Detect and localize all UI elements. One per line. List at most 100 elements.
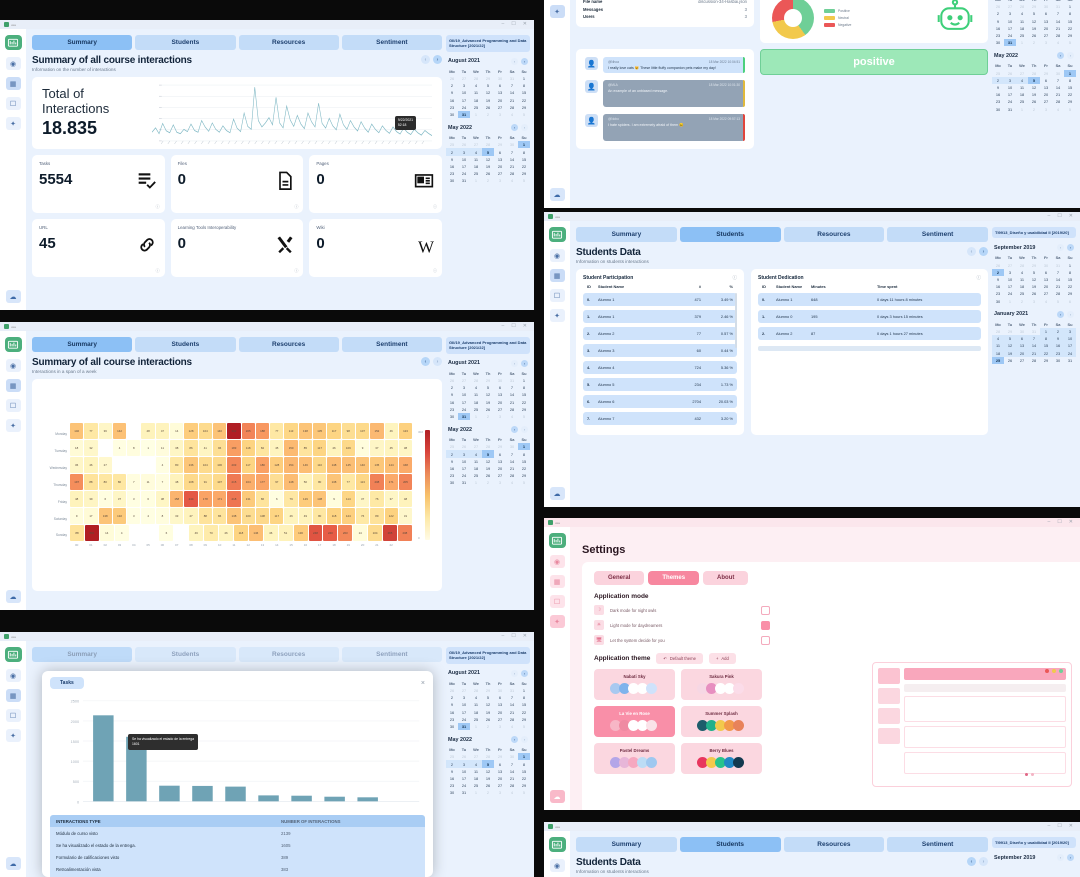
calendar-day[interactable]: 17 bbox=[1004, 91, 1016, 98]
calendar-day[interactable]: 29 bbox=[482, 687, 494, 694]
heatmap-cell[interactable] bbox=[127, 423, 141, 439]
calendar-day[interactable]: 29 bbox=[518, 104, 530, 111]
maximize-icon[interactable]: ☐ bbox=[1057, 824, 1061, 829]
heatmap-cell[interactable]: 80 bbox=[313, 508, 327, 524]
calendar-day[interactable]: 22 bbox=[518, 163, 530, 170]
calendar-day[interactable]: 29 bbox=[1004, 328, 1016, 335]
heatmap-cell[interactable]: 70 bbox=[204, 525, 219, 541]
tab-students[interactable]: Students bbox=[135, 647, 236, 662]
calendar-day[interactable]: 26 bbox=[458, 753, 470, 760]
calendar-day[interactable]: 17 bbox=[458, 97, 470, 104]
calendar-day[interactable]: 19 bbox=[482, 775, 494, 782]
calendar-day[interactable]: 6 bbox=[494, 384, 506, 391]
heatmap-cell[interactable]: 171 bbox=[384, 474, 398, 490]
theme-card[interactable]: Berry Blues bbox=[681, 743, 762, 774]
calendar-day[interactable]: 29 bbox=[494, 141, 506, 148]
tab-summary[interactable]: Summary bbox=[32, 647, 133, 662]
theme-card[interactable]: Nabati Sky bbox=[594, 669, 675, 700]
heatmap-cell[interactable]: 197 bbox=[70, 474, 84, 490]
heatmap-cell[interactable]: 1 bbox=[141, 440, 155, 456]
heatmap-cell[interactable]: 37 bbox=[384, 491, 398, 507]
calendar-day[interactable]: 11 bbox=[470, 768, 482, 775]
heatmap-cell[interactable]: 150 bbox=[284, 440, 298, 456]
calendar-day[interactable]: 3 bbox=[494, 177, 506, 184]
calendar-day[interactable]: 25 bbox=[470, 406, 482, 413]
tab-students[interactable]: Students bbox=[679, 227, 781, 242]
heatmap-cell[interactable]: 117 bbox=[327, 423, 341, 439]
calendar-day[interactable]: 3 bbox=[494, 723, 506, 730]
calendar-day[interactable]: 23 bbox=[992, 98, 1004, 105]
minimize-icon[interactable]: – bbox=[1048, 520, 1051, 525]
calendar-day[interactable]: 10 bbox=[458, 391, 470, 398]
calendar-day[interactable]: 16 bbox=[446, 775, 458, 782]
tab-sentiment[interactable]: Sentiment bbox=[341, 647, 442, 662]
calendar-day[interactable]: 13 bbox=[494, 89, 506, 96]
calendar-day[interactable]: 5 bbox=[1028, 269, 1040, 276]
heatmap-cell[interactable]: 265 bbox=[383, 525, 397, 541]
calendar-day[interactable]: 3 bbox=[458, 82, 470, 89]
scrollbar[interactable] bbox=[735, 293, 737, 348]
sidebar-item-charts[interactable]: ▦ bbox=[5, 689, 21, 702]
calendar-day[interactable]: 25 bbox=[470, 170, 482, 177]
calendar-day[interactable]: 28 bbox=[1052, 290, 1064, 297]
heatmap-cell[interactable]: 46 bbox=[263, 525, 278, 541]
heatmap-cell[interactable]: 31 bbox=[398, 508, 413, 524]
calendar-day[interactable]: 2 bbox=[446, 148, 458, 156]
calendar-day[interactable]: 3 bbox=[494, 479, 506, 486]
calendar-day[interactable]: 29 bbox=[1064, 290, 1076, 297]
calendar-day[interactable]: 31 bbox=[1004, 105, 1016, 112]
sidebar-item-dashboard[interactable]: ◉ bbox=[5, 57, 21, 70]
info-icon[interactable]: ⓘ bbox=[294, 268, 298, 274]
calendar-grid[interactable]: MoTuWeThFrSaSu26272829303112345678910111… bbox=[446, 370, 530, 421]
calendar-day[interactable]: 30 bbox=[1052, 70, 1064, 77]
calendar-day[interactable]: 19 bbox=[1004, 349, 1016, 357]
calendar-prev-button[interactable]: ‹ bbox=[1057, 310, 1064, 318]
heatmap-cell[interactable]: 7 bbox=[155, 474, 170, 490]
calendar-day[interactable]: 6 bbox=[1040, 269, 1052, 276]
calendar-day[interactable]: 25 bbox=[992, 356, 1004, 364]
calendar-day[interactable]: 18 bbox=[470, 465, 482, 472]
calendar-day[interactable]: 19 bbox=[1028, 283, 1040, 290]
theme-card[interactable]: Pastel Dreams bbox=[594, 743, 675, 774]
calendar-grid[interactable]: Mo Tu We Th Fr Sa Su 25 26 27 28 29 30 1 2 3 4 5 6 7 8 9 10 11 1… bbox=[446, 436, 530, 486]
calendar-grid[interactable]: MoTuWeThFrSaSu26272829303112345678910111… bbox=[446, 68, 530, 119]
calendar-day[interactable]: 1 bbox=[518, 141, 530, 149]
heatmap-cell[interactable]: 39 bbox=[84, 491, 98, 507]
close-icon[interactable]: ✕ bbox=[523, 324, 527, 329]
sidebar-item-dashboard[interactable]: ◉ bbox=[549, 859, 565, 872]
calendar-day[interactable]: 24 bbox=[1064, 349, 1076, 357]
calendar-day[interactable]: 31 bbox=[458, 789, 470, 796]
prev-page-button[interactable]: ‹ bbox=[967, 857, 976, 866]
calendar-day[interactable]: 14 bbox=[506, 156, 518, 163]
sidebar-item-calendar[interactable]: ☐ bbox=[5, 97, 21, 110]
calendar-day[interactable]: 3 bbox=[1004, 76, 1016, 84]
next-page-button[interactable]: › bbox=[979, 857, 988, 866]
calendar-day[interactable]: 27 bbox=[470, 141, 482, 148]
calendar-day[interactable]: 30 bbox=[446, 111, 458, 118]
calendar-day[interactable]: 15 bbox=[518, 391, 530, 398]
calendar-day[interactable]: 2 bbox=[446, 450, 458, 458]
calendar-day[interactable]: 9 bbox=[446, 458, 458, 465]
calendar-day[interactable]: 25 bbox=[1016, 32, 1028, 39]
calendar-day[interactable]: 22 bbox=[1040, 349, 1052, 357]
calendar-day[interactable]: 24 bbox=[458, 406, 470, 413]
calendar-day[interactable]: 18 bbox=[470, 97, 482, 104]
calendar-day[interactable]: 4 bbox=[992, 335, 1004, 343]
calendar-day[interactable]: 24 bbox=[458, 170, 470, 177]
calendar-day[interactable]: 27 bbox=[1040, 32, 1052, 39]
calendar-day[interactable]: 4 bbox=[506, 723, 518, 730]
calendar-day[interactable]: 5 bbox=[1064, 105, 1076, 112]
calendar-day[interactable]: 8 bbox=[518, 450, 530, 457]
calendar-day[interactable]: 7 bbox=[506, 760, 518, 767]
calendar-day[interactable]: 3 bbox=[1040, 105, 1052, 112]
calendar-day[interactable]: 7 bbox=[1052, 77, 1064, 84]
heatmap-cell[interactable]: 46 bbox=[189, 525, 204, 541]
calendar-day[interactable]: 3 bbox=[458, 760, 470, 768]
calendar-day[interactable]: 21 bbox=[1052, 91, 1064, 98]
info-icon[interactable]: ⓘ bbox=[433, 204, 437, 210]
tab-themes[interactable]: Themes bbox=[648, 571, 700, 585]
calendar-day[interactable]: 30 bbox=[446, 413, 458, 420]
calendar-day[interactable]: 23 bbox=[446, 782, 458, 789]
info-icon[interactable]: ⓘ bbox=[733, 275, 738, 281]
calendar-day[interactable]: 30 bbox=[992, 298, 1004, 305]
